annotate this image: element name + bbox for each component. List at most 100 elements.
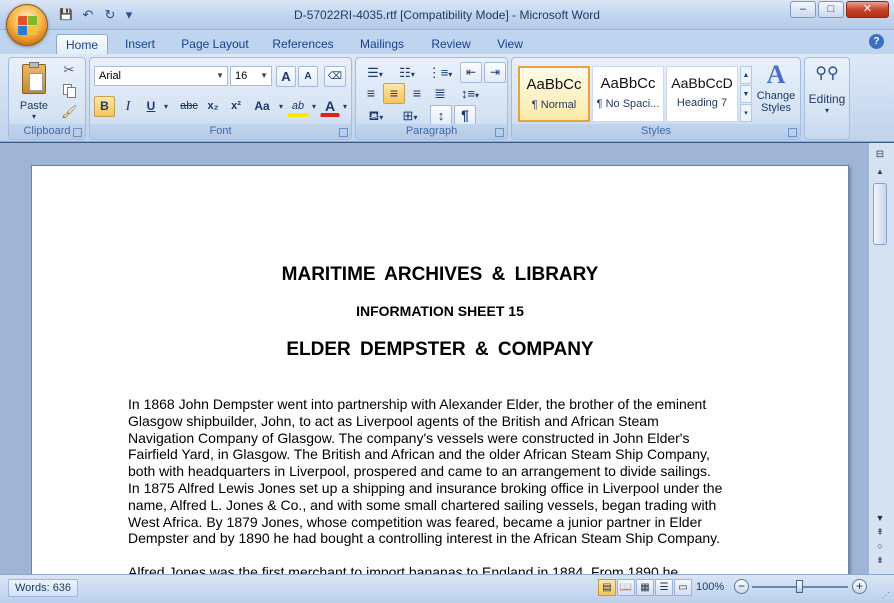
tab-home[interactable]: Home (56, 34, 108, 54)
borders-button[interactable]: ⊞▾ (394, 105, 426, 126)
grow-font-button[interactable]: A (276, 66, 296, 87)
style-no-spacing[interactable]: AaBbCc ¶ No Spaci... (592, 66, 664, 122)
zoom-out-icon[interactable]: − (734, 579, 749, 594)
align-left-button[interactable]: ≡ (360, 83, 382, 104)
align-center-icon: ≡ (389, 85, 399, 101)
shading-button[interactable]: ⛾▾ (360, 105, 392, 126)
copy-icon[interactable] (61, 83, 77, 99)
paste-label: Paste (19, 100, 49, 112)
web-layout-icon[interactable]: ▦ (636, 579, 654, 596)
tab-view[interactable]: View (488, 34, 532, 54)
full-screen-reading-icon[interactable]: 📖 (617, 579, 635, 596)
change-case-button[interactable]: Aa (249, 96, 275, 117)
text-line: Glasgow shipbuilder, John, to act as Liv… (128, 412, 659, 429)
superscript-button[interactable]: x² (226, 96, 246, 117)
increase-indent-icon: ⇥ (489, 65, 501, 79)
styles-dialog-launcher[interactable] (788, 128, 797, 137)
bold-button[interactable]: B (94, 96, 115, 117)
subscript-button[interactable]: x₂ (203, 96, 223, 117)
outline-icon[interactable]: ☰ (655, 579, 673, 596)
vertical-scrollbar[interactable]: ⊟ ▲ ▼ ⇞ ○ ⇟ (868, 143, 894, 574)
clipboard-group: Paste ▾ ✂ 🖌 Clipboard (8, 57, 86, 140)
strikethrough-button[interactable]: abc (176, 96, 202, 117)
clipboard-icon (22, 62, 46, 94)
multilevel-list-button[interactable]: ⋮≡▾ (424, 62, 456, 83)
font-size-value: 16 (235, 70, 248, 82)
show-marks-button[interactable]: ¶ (454, 105, 476, 126)
numbering-button[interactable]: ☷▾ (392, 62, 422, 83)
font-color-button[interactable]: A (320, 96, 340, 117)
cut-icon[interactable]: ✂ (61, 62, 77, 78)
document-area: MARITIME ARCHIVES & LIBRARY INFORMATION … (0, 143, 868, 574)
style-name: ¶ No Spaci... (596, 98, 660, 110)
status-bar: Words: 636 ▤ 📖 ▦ ☰ ▭ 100% − + ⋰ (0, 574, 894, 603)
tab-review[interactable]: Review (424, 34, 478, 54)
increase-indent-button[interactable]: ⇥ (484, 62, 506, 83)
help-icon[interactable]: ? (869, 34, 884, 49)
styles-scroll-down-icon[interactable]: ▼ (740, 85, 752, 103)
clear-formatting-button[interactable]: ⌫ (324, 66, 346, 87)
tab-insert[interactable]: Insert (116, 34, 164, 54)
tab-mailings[interactable]: Mailings (352, 34, 412, 54)
highlight-dropdown-icon[interactable]: ▾ (309, 96, 319, 117)
document-subheading: INFORMATION SHEET 15 (356, 303, 524, 319)
align-right-icon: ≡ (412, 85, 422, 101)
document-page[interactable]: MARITIME ARCHIVES & LIBRARY INFORMATION … (31, 165, 849, 574)
align-right-button[interactable]: ≡ (406, 83, 428, 104)
font-dialog-launcher[interactable] (339, 128, 348, 137)
browse-object-icon[interactable]: ○ (873, 541, 887, 553)
paragraph-group-label: Paragraph (356, 124, 507, 139)
text-line: Dempster and by 1890 he had bought a con… (128, 530, 720, 547)
font-color-dropdown-icon[interactable]: ▾ (340, 96, 350, 117)
scroll-thumb[interactable] (873, 183, 887, 245)
resize-grip-icon[interactable]: ⋰ (882, 591, 892, 601)
underline-button[interactable]: U (141, 96, 161, 117)
scroll-up-icon[interactable]: ▲ (873, 167, 887, 179)
style-name: ¶ Normal (531, 99, 577, 111)
font-family-select[interactable]: Arial ▼ (94, 66, 228, 86)
shrink-font-button[interactable]: A (298, 66, 318, 87)
zoom-slider-thumb[interactable] (796, 580, 803, 593)
italic-button[interactable]: I (118, 96, 138, 117)
highlight-button[interactable]: ab (287, 96, 309, 117)
change-styles-icon: A (766, 60, 786, 89)
decrease-indent-button[interactable]: ⇤ (460, 62, 482, 83)
bullets-button[interactable]: ☰▾ (360, 62, 390, 83)
next-page-icon[interactable]: ⇟ (873, 555, 887, 567)
editing-button[interactable]: ⚲⚲ Editing ▾ (805, 62, 849, 124)
sort-button[interactable]: ↕ (430, 105, 452, 126)
clipboard-dialog-launcher[interactable] (73, 128, 82, 137)
view-ruler-icon[interactable]: ⊟ (873, 149, 887, 163)
print-layout-icon[interactable]: ▤ (598, 579, 616, 596)
font-size-select[interactable]: 16 ▼ (230, 66, 272, 86)
line-spacing-button[interactable]: ↕≡▾ (454, 83, 486, 104)
word-count[interactable]: Words: 636 (8, 579, 79, 597)
text-line: both with headquarters in Liverpool, pro… (128, 463, 711, 480)
paste-button[interactable]: Paste ▾ (15, 62, 53, 124)
draft-icon[interactable]: ▭ (674, 579, 692, 596)
tab-page-layout[interactable]: Page Layout (176, 34, 254, 54)
underline-dropdown-icon[interactable]: ▾ (161, 96, 171, 117)
style-normal[interactable]: AaBbCc ¶ Normal (518, 66, 590, 122)
zoom-in-icon[interactable]: + (852, 579, 867, 594)
scroll-down-icon[interactable]: ▼ (873, 513, 887, 525)
chevron-down-icon: ▼ (260, 71, 268, 80)
editing-group: ⚲⚲ Editing ▾ (804, 57, 850, 140)
style-heading-7[interactable]: AaBbCcD Heading 7 (666, 66, 738, 122)
change-case-dropdown-icon[interactable]: ▾ (276, 96, 286, 117)
zoom-level[interactable]: 100% (696, 581, 724, 593)
format-painter-icon[interactable]: 🖌 (61, 104, 78, 120)
paragraph-dialog-launcher[interactable] (495, 128, 504, 137)
minimize-button[interactable]: – (790, 1, 816, 18)
styles-scroll-up-icon[interactable]: ▲ (740, 66, 752, 84)
justify-button[interactable]: ≣ (429, 83, 451, 104)
maximize-button[interactable]: □ (818, 1, 844, 18)
window-title: D-57022RI-4035.rtf [Compatibility Mode] … (294, 8, 600, 22)
tab-references[interactable]: References (266, 34, 340, 54)
previous-page-icon[interactable]: ⇞ (873, 527, 887, 539)
styles-more-icon[interactable]: ▾ (740, 104, 752, 122)
change-styles-button[interactable]: A Change Styles (754, 60, 798, 124)
office-button[interactable] (6, 4, 48, 46)
align-center-button[interactable]: ≡ (383, 83, 405, 104)
close-button[interactable]: ✕ (846, 1, 889, 18)
